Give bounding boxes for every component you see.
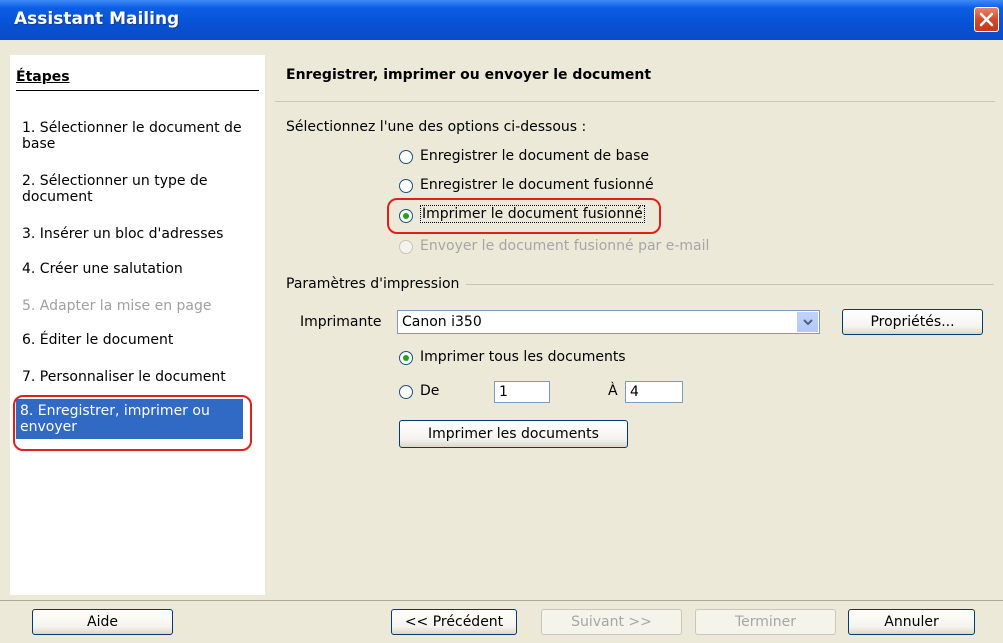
radio-print-all[interactable] xyxy=(399,351,413,365)
cancel-button[interactable]: Annuler xyxy=(848,609,975,635)
to-label: À xyxy=(608,383,618,399)
radio-save-merged[interactable] xyxy=(399,179,413,193)
printer-select[interactable]: Canon i350 xyxy=(397,310,820,334)
step-item-7[interactable]: 7. Personnaliser le document xyxy=(22,369,247,385)
print-documents-button[interactable]: Imprimer les documents xyxy=(399,420,628,448)
to-input-value: 4 xyxy=(630,384,639,400)
option-label-save-merged[interactable]: Enregistrer le document fusionné xyxy=(420,177,654,193)
step-item-8[interactable]: 8. Enregistrer, imprimer ou envoyer xyxy=(16,399,243,439)
radio-send-email xyxy=(399,240,413,254)
page-title: Enregistrer, imprimer ou envoyer le docu… xyxy=(286,67,652,83)
window-title: Assistant Mailing xyxy=(14,9,180,29)
print-all-label[interactable]: Imprimer tous les documents xyxy=(420,349,626,365)
steps-pane: Étapes 1. Sélectionner le document de ba… xyxy=(10,55,265,595)
mailing-wizard-window: Assistant Mailing Étapes 1. Sélectionner… xyxy=(0,0,1003,643)
close-icon xyxy=(979,12,994,27)
printer-label: Imprimante xyxy=(300,314,382,330)
print-settings-label: Paramètres d'impression xyxy=(286,276,460,292)
chevron-down-icon xyxy=(803,319,813,326)
options-prompt: Sélectionnez l'une des options ci-dessou… xyxy=(286,119,587,135)
close-button[interactable] xyxy=(974,7,999,32)
next-button: Suivant >> xyxy=(541,609,682,635)
step-item-4[interactable]: 4. Créer une salutation xyxy=(22,261,247,277)
option-label-print-merged-text: Imprimer le document fusionné xyxy=(420,205,645,223)
step-item-1[interactable]: 1. Sélectionner le document de base xyxy=(22,120,247,152)
properties-button[interactable]: Propriétés... xyxy=(842,309,983,335)
title-divider xyxy=(275,101,995,102)
step-item-6[interactable]: 6. Éditer le document xyxy=(22,332,247,348)
option-label-save-base[interactable]: Enregistrer le document de base xyxy=(420,148,649,164)
steps-title: Étapes xyxy=(16,69,70,85)
printer-dropdown-button[interactable] xyxy=(797,312,818,332)
radio-save-base[interactable] xyxy=(399,150,413,164)
printer-select-value: Canon i350 xyxy=(402,314,482,330)
step-item-3[interactable]: 3. Insérer un bloc d'adresses xyxy=(22,226,247,242)
radio-print-merged[interactable] xyxy=(399,209,413,223)
from-label[interactable]: De xyxy=(420,383,439,399)
option-label-print-merged[interactable]: Imprimer le document fusionné xyxy=(420,205,645,223)
steps-divider xyxy=(16,90,259,91)
radio-print-range[interactable] xyxy=(399,385,413,399)
title-bar[interactable]: Assistant Mailing xyxy=(0,0,1003,40)
print-settings-divider xyxy=(466,284,994,285)
finish-button: Terminer xyxy=(695,609,836,635)
previous-button[interactable]: << Précédent xyxy=(391,609,517,635)
footer-divider xyxy=(0,600,1003,601)
step-item-2[interactable]: 2. Sélectionner un type de document xyxy=(22,173,247,205)
step-item-5: 5. Adapter la mise en page xyxy=(22,298,212,314)
to-input[interactable]: 4 xyxy=(625,381,683,403)
option-label-send-email: Envoyer le document fusionné par e-mail xyxy=(420,238,710,254)
from-input-value: 1 xyxy=(499,384,508,400)
help-button[interactable]: Aide xyxy=(32,609,173,635)
from-input[interactable]: 1 xyxy=(494,381,550,403)
